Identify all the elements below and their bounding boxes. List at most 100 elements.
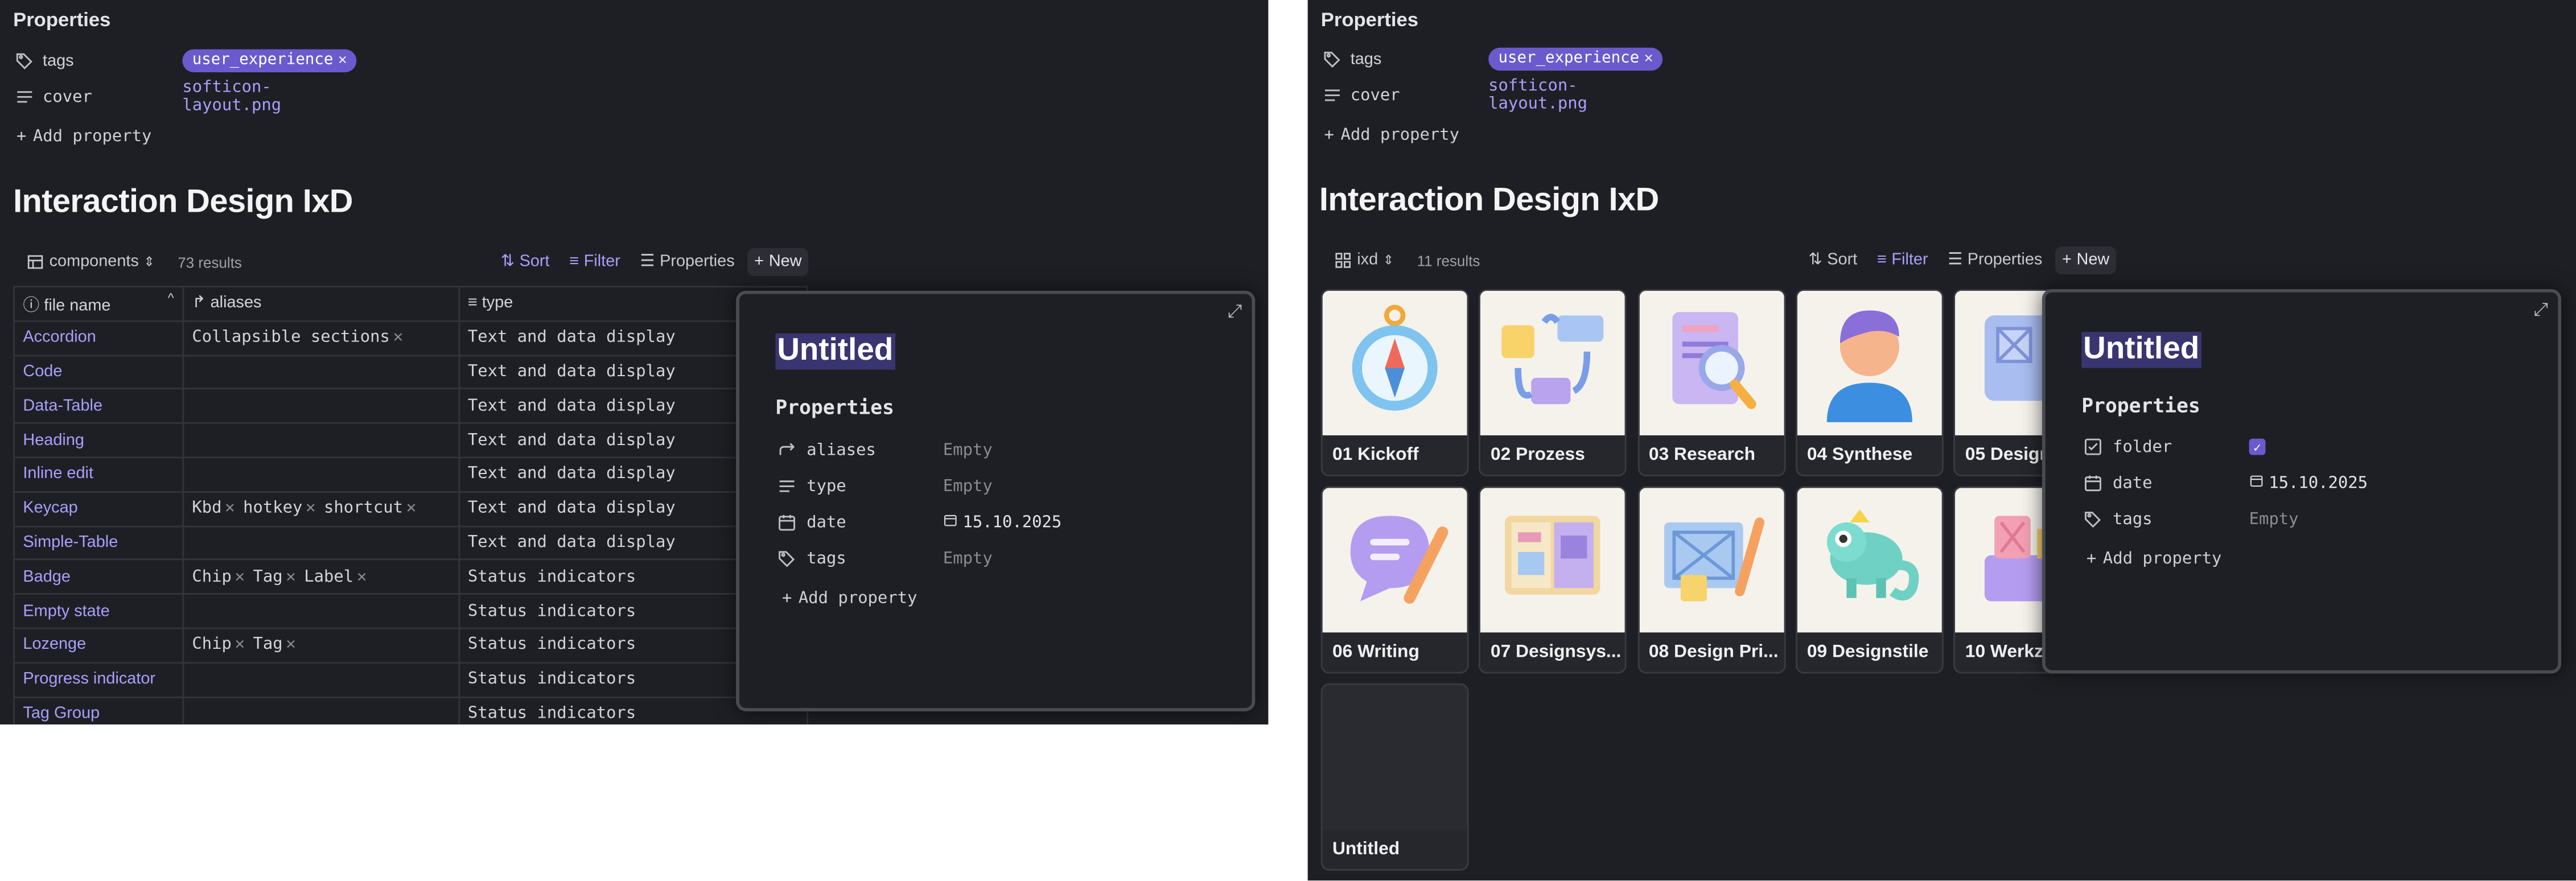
property-cover[interactable]: cover softicon-layout.png bbox=[1321, 77, 1587, 113]
tag-chip[interactable]: user_experience ✕ bbox=[182, 49, 357, 73]
file-name-cell[interactable]: Code bbox=[13, 354, 184, 390]
popover-property-tags[interactable]: tags Empty bbox=[775, 544, 1202, 573]
new-button[interactable]: + New bbox=[2055, 246, 2116, 275]
gallery-card[interactable]: 06 Writing bbox=[1320, 486, 1469, 674]
property-value[interactable]: Empty bbox=[943, 477, 993, 496]
gallery-card[interactable]: 08 Design Pri... bbox=[1637, 486, 1785, 674]
table-row[interactable]: Badge Chip ✕ Tag ✕ Label ✕ Status indicators bbox=[13, 559, 809, 595]
remove-alias-icon[interactable]: ✕ bbox=[235, 636, 245, 654]
popover-title[interactable]: Untitled bbox=[775, 333, 895, 370]
add-property-button[interactable]: + Add property bbox=[17, 128, 152, 146]
new-button[interactable]: + New bbox=[747, 248, 809, 276]
popover-property-date[interactable]: date 15.10.2025 bbox=[2081, 468, 2508, 498]
file-preview-popover[interactable]: ⤢ Untitled Properties folder ✓ date 15.10.2… bbox=[2042, 289, 2562, 674]
table-row[interactable]: Inline edit Text and data display bbox=[13, 456, 809, 493]
file-name-cell[interactable]: Data-Table bbox=[13, 388, 184, 425]
gallery-card[interactable]: 03 Research bbox=[1637, 289, 1785, 477]
aliases-cell[interactable]: Chip ✕ Tag ✕ bbox=[182, 627, 460, 664]
property-cover[interactable]: cover softicon-layout.png bbox=[13, 79, 281, 115]
property-value[interactable]: Empty bbox=[943, 550, 993, 568]
file-name-cell[interactable]: Accordion bbox=[13, 320, 184, 356]
popover-property-aliases[interactable]: aliases Empty bbox=[775, 435, 1202, 465]
property-value[interactable]: Empty bbox=[2249, 510, 2299, 528]
property-value[interactable]: 15.10.2025 bbox=[943, 513, 1061, 533]
file-name-cell[interactable]: Inline edit bbox=[13, 456, 184, 493]
aliases-cell[interactable]: Kbd ✕ hotkey ✕ shortcut ✕ bbox=[182, 491, 460, 527]
property-value[interactable]: Empty bbox=[943, 441, 993, 459]
aliases-cell[interactable]: Collapsible sections ✕ bbox=[182, 320, 460, 356]
gallery-card[interactable]: 04 Synthese bbox=[1795, 289, 1944, 477]
sort-button[interactable]: ⇅ Sort bbox=[1802, 246, 1864, 274]
view-switcher[interactable]: components ⇕ bbox=[20, 248, 162, 276]
table-row[interactable]: Code Text and data display bbox=[13, 354, 809, 390]
aliases-cell[interactable] bbox=[182, 661, 460, 698]
table-row[interactable]: Heading Text and data display bbox=[13, 422, 809, 459]
view-switcher[interactable]: ixd ⇕ bbox=[1327, 246, 1400, 274]
gallery-card[interactable]: 02 Prozess bbox=[1479, 289, 1627, 477]
aliases-cell[interactable] bbox=[182, 593, 460, 629]
popover-property-date[interactable]: date 15.10.2025 bbox=[775, 508, 1202, 537]
gallery-card[interactable]: 07 Designsys... bbox=[1479, 486, 1627, 674]
add-property-button[interactable]: + Add property bbox=[1324, 126, 1460, 145]
expand-icon[interactable]: ⤢ bbox=[1228, 302, 1242, 324]
remove-tag-icon[interactable]: ✕ bbox=[1644, 50, 1653, 67]
remove-alias-icon[interactable]: ✕ bbox=[357, 568, 367, 586]
aliases-cell[interactable] bbox=[182, 456, 460, 493]
tag-chip[interactable]: user_experience ✕ bbox=[1488, 47, 1663, 71]
table-row[interactable]: Empty state Status indicators bbox=[13, 593, 809, 629]
property-tags[interactable]: tags user_experience ✕ bbox=[1321, 44, 1663, 74]
file-preview-popover[interactable]: ⤢ Untitled Properties aliases Empty type Em… bbox=[736, 290, 1256, 711]
table-row[interactable]: Keycap Kbd ✕ hotkey ✕ shortcut ✕ Text and data … bbox=[13, 491, 809, 527]
popover-title[interactable]: Untitled bbox=[2081, 332, 2201, 368]
gallery-card[interactable]: 01 Kickoff bbox=[1320, 289, 1469, 477]
table-row[interactable]: Simple-Table Text and data display bbox=[13, 525, 809, 561]
property-value[interactable]: 15.10.2025 bbox=[2249, 473, 2368, 493]
file-name-cell[interactable]: Empty state bbox=[13, 593, 184, 629]
sort-button[interactable]: ⇅ Sort bbox=[494, 248, 556, 276]
column-header-file-name[interactable]: ⓘ file name ^ bbox=[13, 286, 184, 322]
aliases-cell[interactable]: Chip ✕ Tag ✕ Label ✕ bbox=[182, 559, 460, 595]
aliases-cell[interactable] bbox=[182, 388, 460, 425]
remove-alias-icon[interactable]: ✕ bbox=[235, 568, 245, 586]
table-row[interactable]: Progress indicator Status indicators bbox=[13, 661, 809, 698]
file-name-cell[interactable]: Badge bbox=[13, 559, 184, 595]
aliases-cell[interactable] bbox=[182, 422, 460, 459]
aliases-cell[interactable] bbox=[182, 695, 460, 724]
gallery-card[interactable]: 09 Designstile bbox=[1795, 486, 1944, 674]
properties-button[interactable]: ☰ Properties bbox=[1941, 246, 2049, 274]
popover-property-tags[interactable]: tags Empty bbox=[2081, 504, 2508, 534]
gallery-card[interactable]: Untitled bbox=[1320, 683, 1469, 871]
remove-alias-icon[interactable]: ✕ bbox=[225, 500, 234, 518]
aliases-cell[interactable] bbox=[182, 354, 460, 390]
property-tags[interactable]: tags user_experience ✕ bbox=[13, 46, 357, 76]
table-row[interactable]: Accordion Collapsible sections ✕ Text and d… bbox=[13, 320, 809, 356]
file-name-cell[interactable]: Keycap bbox=[13, 491, 184, 527]
popover-add-property-button[interactable]: + Add property bbox=[2087, 550, 2222, 569]
checkbox-checked-icon[interactable]: ✓ bbox=[2249, 438, 2266, 455]
file-name-cell[interactable]: Simple-Table bbox=[13, 525, 184, 561]
remove-alias-icon[interactable]: ✕ bbox=[286, 568, 295, 586]
cover-link[interactable]: softicon-layout.png bbox=[182, 79, 281, 116]
expand-icon[interactable]: ⤢ bbox=[2534, 300, 2548, 322]
remove-tag-icon[interactable]: ✕ bbox=[338, 52, 347, 68]
cover-link[interactable]: softicon-layout.png bbox=[1488, 77, 1587, 114]
table-row[interactable]: Tag Group Status indicators bbox=[13, 695, 809, 724]
file-name-cell[interactable]: Tag Group bbox=[13, 695, 184, 724]
popover-property-type[interactable]: type Empty bbox=[775, 471, 1202, 501]
file-name-cell[interactable]: Lozenge bbox=[13, 627, 184, 664]
property-value[interactable]: ✓ bbox=[2249, 438, 2266, 455]
popover-add-property-button[interactable]: + Add property bbox=[782, 590, 917, 608]
remove-alias-icon[interactable]: ✕ bbox=[306, 500, 315, 518]
filter-button[interactable]: ≡ Filter bbox=[563, 248, 627, 276]
aliases-cell[interactable] bbox=[182, 525, 460, 561]
table-row[interactable]: Lozenge Chip ✕ Tag ✕ Status indicators bbox=[13, 627, 809, 664]
remove-alias-icon[interactable]: ✕ bbox=[393, 329, 403, 347]
remove-alias-icon[interactable]: ✕ bbox=[406, 500, 416, 518]
file-name-cell[interactable]: Heading bbox=[13, 422, 184, 459]
popover-property-folder[interactable]: folder ✓ bbox=[2081, 432, 2508, 462]
table-row[interactable]: Data-Table Text and data display bbox=[13, 388, 809, 425]
column-header-aliases[interactable]: ↱ aliases bbox=[182, 286, 460, 322]
filter-button[interactable]: ≡ Filter bbox=[1870, 246, 1935, 274]
file-name-cell[interactable]: Progress indicator bbox=[13, 661, 184, 698]
remove-alias-icon[interactable]: ✕ bbox=[286, 636, 295, 654]
